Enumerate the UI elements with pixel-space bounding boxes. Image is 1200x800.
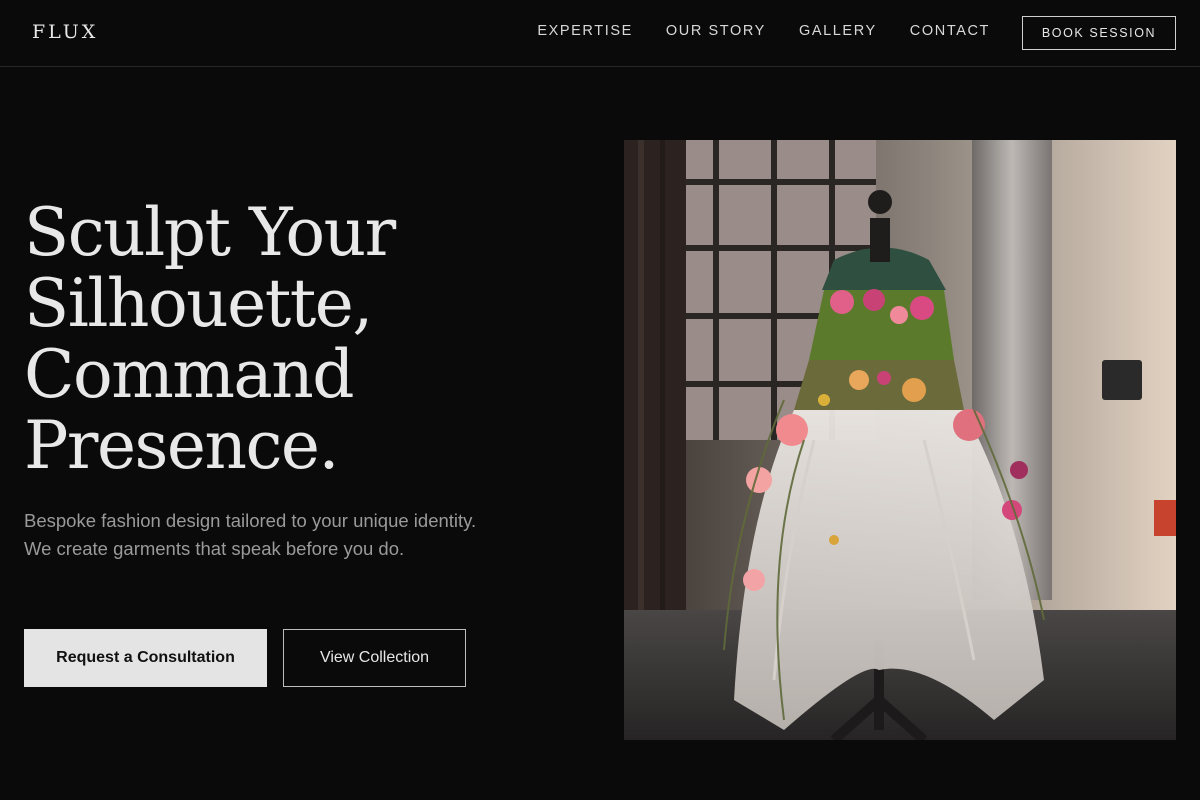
- book-session-button[interactable]: BOOK SESSION: [1022, 16, 1176, 50]
- brand-logo[interactable]: FLUX: [32, 21, 98, 43]
- headline-line: Command: [24, 336, 355, 413]
- headline-line: Presence.: [24, 407, 339, 484]
- hero-image: [624, 140, 1176, 740]
- nav-item-our-story[interactable]: OUR STORY: [666, 23, 766, 39]
- mannequin-floral-dress-illustration: [624, 140, 1176, 740]
- main-nav: EXPERTISE OUR STORY GALLERY CONTACT: [537, 23, 990, 39]
- headline-line: Sculpt Your: [24, 194, 396, 271]
- request-consultation-button[interactable]: Request a Consultation: [24, 629, 267, 687]
- view-collection-button[interactable]: View Collection: [283, 629, 466, 687]
- hero-headline: Sculpt Your Silhouette, Command Presence…: [24, 197, 544, 481]
- nav-item-gallery[interactable]: GALLERY: [799, 23, 877, 39]
- nav-item-contact[interactable]: CONTACT: [910, 23, 990, 39]
- headline-line: Silhouette,: [24, 265, 373, 342]
- nav-item-expertise[interactable]: EXPERTISE: [537, 23, 633, 39]
- hero-subtext: Bespoke fashion design tailored to your …: [24, 510, 477, 559]
- site-header: FLUX EXPERTISE OUR STORY GALLERY CONTACT…: [0, 0, 1200, 67]
